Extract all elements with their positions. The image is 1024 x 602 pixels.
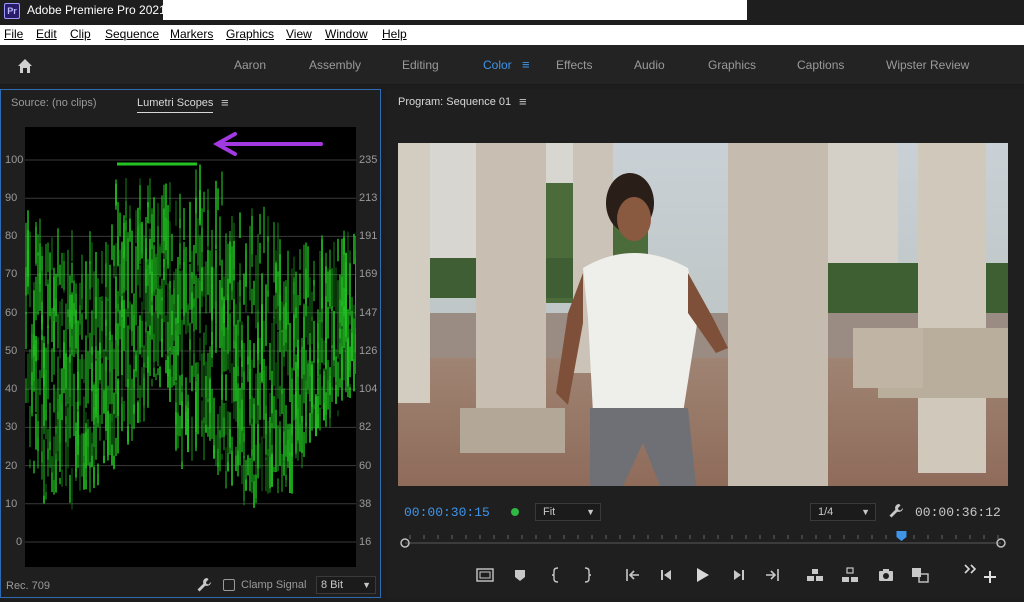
play-icon[interactable] [692, 565, 712, 585]
scale-right-147: 147 [359, 307, 378, 319]
workspace-tab-editing[interactable]: Editing [402, 58, 439, 72]
scope-settings-wrench-icon[interactable] [196, 577, 212, 593]
comparison-view-icon[interactable] [910, 565, 930, 585]
program-monitor-panel: Program: Sequence 01 ≡ 00:00:30:15 Fit ▼… [386, 89, 1024, 598]
more-icon[interactable] [960, 559, 980, 579]
add-button-icon[interactable] [980, 567, 1000, 587]
lift-icon[interactable] [805, 565, 825, 585]
scale-left-100: 100 [5, 154, 24, 166]
program-monitor-title[interactable]: Program: Sequence 01 [398, 96, 511, 108]
workspace-tab-aaron[interactable]: Aaron [234, 58, 266, 72]
menu-help[interactable]: Help [382, 27, 407, 41]
menu-view[interactable]: View [286, 27, 312, 41]
workspace-tab-assembly[interactable]: Assembly [309, 58, 361, 72]
scale-right-104: 104 [359, 383, 378, 395]
chevron-down-icon: ▼ [586, 507, 595, 517]
program-settings-wrench-icon[interactable] [888, 503, 904, 519]
scale-right-82: 82 [359, 421, 372, 433]
scale-left-30: 30 [5, 421, 18, 433]
menu-bar: File Edit Clip Sequence Markers Graphics… [0, 25, 1024, 45]
menu-markers[interactable]: Markers [170, 27, 213, 41]
bit-depth-select[interactable]: 8 Bit ▼ [316, 576, 376, 594]
panel-menu-icon[interactable]: ≡ [221, 95, 229, 110]
waveform-trace [25, 164, 356, 510]
add-marker-icon[interactable] [510, 565, 530, 585]
status-dot-icon [511, 508, 519, 516]
workspace-tab-graphics[interactable]: Graphics [708, 58, 756, 72]
tab-source[interactable]: Source: (no clips) [11, 97, 97, 109]
waveform-scope [25, 127, 356, 567]
scale-left-10: 10 [5, 498, 18, 510]
scale-right-191: 191 [359, 230, 378, 242]
go-to-in-icon[interactable] [623, 565, 643, 585]
program-time-ruler[interactable] [400, 529, 1006, 553]
scale-right-169: 169 [359, 268, 378, 280]
step-forward-icon[interactable] [728, 565, 748, 585]
chevron-down-icon: ▼ [362, 580, 371, 590]
playback-resolution-value: 1/4 [818, 506, 834, 518]
home-icon[interactable] [10, 55, 40, 77]
scale-left-40: 40 [5, 383, 18, 395]
playback-resolution-select[interactable]: 1/4 ▼ [810, 503, 876, 521]
menu-edit[interactable]: Edit [36, 27, 57, 41]
scale-left-90: 90 [5, 192, 18, 204]
menu-sequence[interactable]: Sequence [105, 27, 159, 41]
program-video-frame[interactable] [398, 143, 1008, 486]
zoom-fit-value: Fit [543, 506, 556, 518]
clamp-signal-label: Clamp Signal [241, 579, 307, 591]
scale-right-126: 126 [359, 345, 378, 357]
workspace-menu-icon[interactable]: ≡ [522, 57, 530, 72]
title-bar: Pr Adobe Premiere Pro 2021 [0, 0, 1024, 22]
menu-clip[interactable]: Clip [70, 27, 91, 41]
step-back-icon[interactable] [657, 565, 677, 585]
workspace-bar: Aaron Assembly Editing Color ≡ Effects A… [0, 45, 1024, 85]
bit-depth-value: 8 Bit [321, 579, 344, 591]
clamp-signal-checkbox[interactable] [223, 579, 235, 591]
workspace-tab-audio[interactable]: Audio [634, 58, 665, 72]
safe-margins-icon[interactable] [475, 565, 495, 585]
menu-graphics[interactable]: Graphics [226, 27, 274, 41]
workspace-tab-wipster-review[interactable]: Wipster Review [886, 58, 969, 72]
scale-right-16: 16 [359, 536, 372, 548]
tab-lumetri-scopes[interactable]: Lumetri Scopes [137, 97, 214, 113]
chevron-down-icon: ▼ [861, 507, 870, 517]
current-timecode[interactable]: 00:00:30:15 [404, 505, 490, 520]
export-frame-icon[interactable] [876, 565, 896, 585]
scale-left-60: 60 [5, 307, 18, 319]
menu-file[interactable]: File [4, 27, 23, 41]
premiere-logo-icon: Pr [4, 3, 20, 19]
mark-in-icon[interactable] [546, 565, 566, 585]
scale-left-20: 20 [5, 460, 18, 472]
playhead-icon[interactable] [896, 531, 907, 541]
workspace-tab-color[interactable]: Color [483, 58, 512, 72]
workspace-tab-captions[interactable]: Captions [797, 58, 844, 72]
scale-left-70: 70 [5, 268, 18, 280]
colorspace-label: Rec. 709 [6, 580, 51, 592]
panel-tabs: Source: (no clips) Lumetri Scopes ≡ [1, 90, 380, 118]
go-to-out-icon[interactable] [762, 565, 782, 585]
mark-out-icon[interactable] [577, 565, 597, 585]
lumetri-scopes-panel: Source: (no clips) Lumetri Scopes ≡ 100 … [0, 89, 381, 598]
duration-timecode: 00:00:36:12 [915, 505, 1001, 520]
program-menu-icon[interactable]: ≡ [519, 94, 527, 109]
scale-right-235: 235 [359, 154, 378, 166]
transport-controls [386, 564, 1024, 589]
scale-left-50: 50 [5, 345, 18, 357]
annotation-arrow-icon [212, 132, 323, 156]
scale-right-60: 60 [359, 460, 372, 472]
app-title: Adobe Premiere Pro 2021 [27, 3, 166, 17]
zoom-fit-select[interactable]: Fit ▼ [535, 503, 601, 521]
workspace-tab-effects[interactable]: Effects [556, 58, 592, 72]
scale-left-0: 0 [16, 536, 23, 548]
scale-right-38: 38 [359, 498, 372, 510]
extract-icon[interactable] [840, 565, 860, 585]
title-bar-blank [163, 0, 747, 20]
scale-right-213: 213 [359, 192, 378, 204]
scale-left-80: 80 [5, 230, 18, 242]
menu-window[interactable]: Window [325, 27, 368, 41]
